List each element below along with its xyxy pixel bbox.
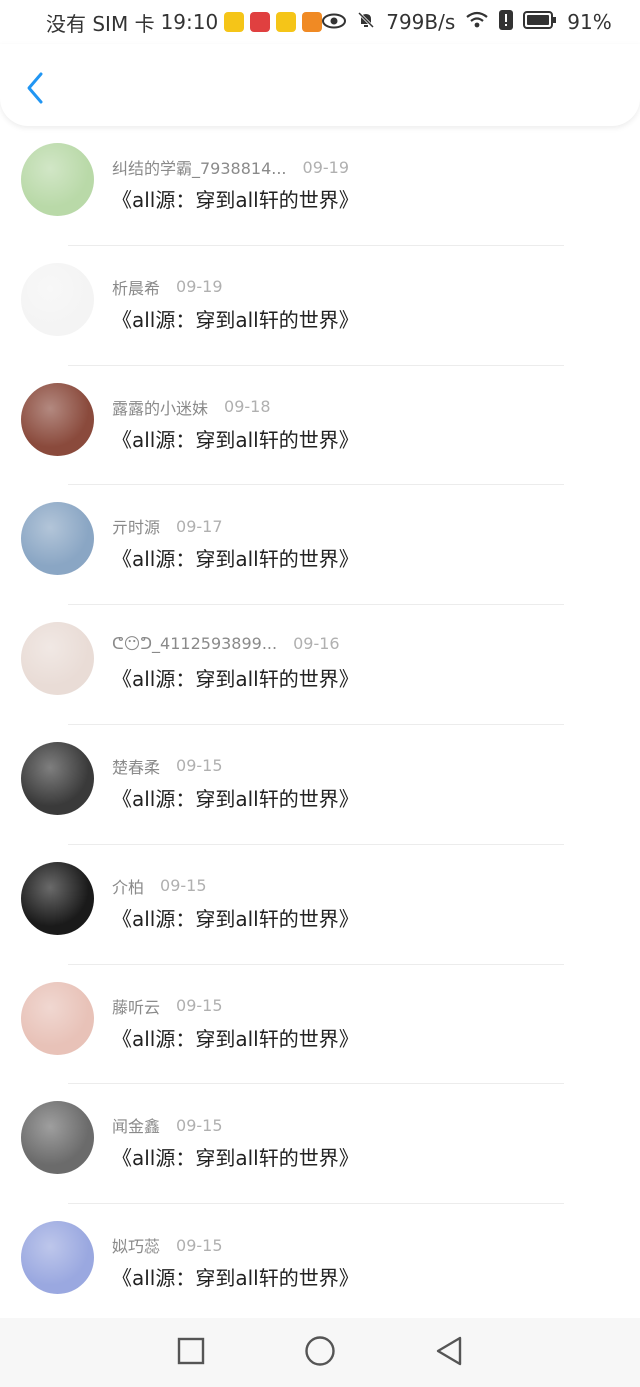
comment-list: 纠结的学霸_7938814... 09-19 《all源：穿到all轩的世界》 析晨希… [0,126,640,1324]
list-item[interactable]: 析晨希 09-19 《all源：穿到all轩的世界》 [0,246,640,366]
avatar[interactable] [21,622,94,696]
item-meta: 姒巧蕊 09-15 [112,1233,223,1257]
list-item[interactable]: 藤听云 09-15 《all源：穿到all轩的世界》 [0,965,640,1085]
triangle-back-icon [434,1335,464,1371]
item-meta: 楚春柔 09-15 [112,754,223,778]
back-button[interactable] [20,70,50,110]
avatar[interactable] [21,861,94,935]
eye-icon [322,10,347,34]
network-speed: 799B/s [386,10,456,34]
system-nav-bar [0,1318,640,1387]
carrier-text: 没有 SIM 卡 [46,11,155,36]
item-date: 09-19 [302,157,350,177]
wifi-icon [465,10,489,34]
user-name[interactable]: ᕦ😶ᕤ_4112593899... [112,634,277,653]
avatar[interactable] [21,1101,94,1175]
book-title[interactable]: 《all源：穿到all轩的世界》 [112,903,359,932]
book-title[interactable]: 《all源：穿到all轩的世界》 [112,1262,359,1291]
book-title[interactable]: 《all源：穿到all轩的世界》 [112,783,359,812]
battery-percent: 91% [567,10,612,34]
item-meta: 露露的小迷妹 09-18 [112,395,271,419]
item-meta: ᕦ😶ᕤ_4112593899... 09-16 [112,634,340,653]
item-date: 09-16 [293,634,340,654]
user-name[interactable]: 姒巧蕊 [112,1233,160,1257]
book-title[interactable]: 《all源：穿到all轩的世界》 [112,184,359,213]
list-item[interactable]: 露露的小迷妹 09-18 《all源：穿到all轩的世界》 [0,366,640,486]
list-item[interactable]: 介柏 09-15 《all源：穿到all轩的世界》 [0,845,640,965]
item-date: 09-15 [176,1235,223,1255]
user-name[interactable]: 亓时源 [112,514,160,538]
alert-icon [499,9,514,35]
recents-button[interactable] [174,1336,208,1370]
huawei-icon [250,12,271,32]
book-title[interactable]: 《all源：穿到all轩的世界》 [112,304,359,333]
status-left: 没有 SIM 卡 19:10 [46,8,323,37]
battery-icon [523,10,557,34]
book-title[interactable]: 《all源：穿到all轩的世界》 [112,1023,359,1052]
weibo-icon [276,12,297,32]
play-icon [302,12,323,32]
item-date: 09-19 [176,277,223,297]
user-name[interactable]: 闻金鑫 [112,1113,160,1137]
square-icon [177,1337,205,1369]
user-name[interactable]: 藤听云 [112,994,160,1018]
user-name[interactable]: 纠结的学霸_7938814... [112,155,287,179]
avatar[interactable] [21,143,94,216]
avatar[interactable] [21,382,94,456]
chevron-left-icon [25,71,45,109]
user-name[interactable]: 析晨希 [112,275,160,299]
item-meta: 介柏 09-15 [112,874,207,898]
weibo-icon [224,12,245,32]
item-date: 09-15 [176,756,223,776]
book-title[interactable]: 《all源：穿到all轩的世界》 [112,543,359,572]
book-title[interactable]: 《all源：穿到all轩的世界》 [112,424,359,453]
list-item[interactable]: 姒巧蕊 09-15 《all源：穿到all轩的世界》 [0,1204,640,1324]
item-meta: 析晨希 09-19 [112,275,223,299]
avatar[interactable] [21,262,94,336]
user-name[interactable]: 楚春柔 [112,754,160,778]
item-meta: 纠结的学霸_7938814... 09-19 [112,155,349,179]
clock: 19:10 [160,10,219,34]
circle-icon [304,1335,336,1371]
item-meta: 闻金鑫 09-15 [112,1113,223,1137]
book-title[interactable]: 《all源：穿到all轩的世界》 [112,663,359,692]
item-date: 09-15 [176,1115,223,1135]
item-meta: 藤听云 09-15 [112,994,223,1018]
list-item[interactable]: 纠结的学霸_7938814... 09-19 《all源：穿到all轩的世界》 [0,126,640,246]
item-date: 09-17 [176,516,223,536]
item-meta: 亓时源 09-17 [112,514,223,538]
status-right: 799B/s 91% [322,9,612,35]
avatar[interactable] [21,741,94,815]
back-nav-button[interactable] [432,1336,466,1370]
avatar[interactable] [21,502,94,576]
avatar[interactable] [21,1221,94,1295]
list-item[interactable]: 闻金鑫 09-15 《all源：穿到all轩的世界》 [0,1084,640,1205]
user-name[interactable]: 露露的小迷妹 [112,395,208,419]
home-button[interactable] [303,1335,337,1371]
list-item[interactable]: ᕦ😶ᕤ_4112593899... 09-16 《all源：穿到all轩的世界》 [0,605,640,725]
bell-off-icon [356,10,376,35]
user-name[interactable]: 介柏 [112,874,144,898]
item-date: 09-18 [224,397,271,417]
status-bar: 没有 SIM 卡 19:10 799B/s 91% [0,0,640,44]
book-title[interactable]: 《all源：穿到all轩的世界》 [112,1142,359,1171]
avatar[interactable] [21,981,94,1055]
list-item[interactable]: 楚春柔 09-15 《all源：穿到all轩的世界》 [0,725,640,845]
app-header [0,44,640,126]
item-date: 09-15 [160,876,207,896]
item-date: 09-15 [176,996,223,1016]
list-item[interactable]: 亓时源 09-17 《all源：穿到all轩的世界》 [0,485,640,606]
